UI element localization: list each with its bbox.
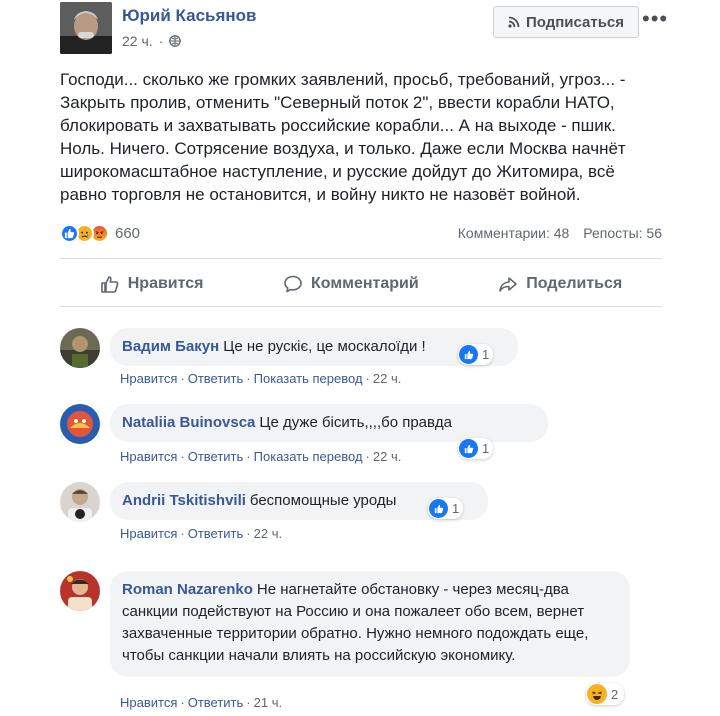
speech-bubble-icon (284, 275, 302, 293)
commenter-name[interactable]: Вадим Бакун (122, 338, 219, 355)
comment-reply-link[interactable]: Ответить (188, 449, 244, 464)
comment-button[interactable]: Комментарий (283, 274, 419, 294)
comment-actions: Нравится · Ответить · Показать перевод · 22… (120, 371, 402, 386)
reaction-count: 660 (115, 224, 141, 242)
comment-actions: Нравится · Ответить · 22 ч. (120, 526, 283, 541)
comment-time[interactable]: 21 ч. (254, 695, 282, 710)
divider (60, 258, 662, 259)
post-actions: Нравится Комментарий Поделиться (60, 266, 662, 302)
comment-like-badge[interactable]: 1 (458, 344, 494, 365)
like-reaction-icon (60, 223, 79, 243)
commenter-name[interactable]: Andrii Tskitishvili (122, 492, 246, 509)
post-text: Господи... сколько же громких заявлений,… (60, 70, 626, 204)
comment-text: беспомощные уроды (249, 492, 397, 509)
comment-bubble: Roman Nazarenko Не нагнетайте обстановку … (110, 571, 630, 677)
reactions-summary: 660 Комментарии: 48 Репосты: 56 (60, 220, 662, 246)
author-avatar[interactable] (60, 2, 112, 54)
comment-like-count: 1 (482, 441, 490, 456)
comment-like-badge[interactable]: 2 (586, 683, 625, 705)
post-meta: 22 ч. · (122, 33, 182, 49)
comment-like-badge[interactable]: 1 (458, 438, 494, 459)
comment-label: Комментарий (310, 275, 419, 292)
like-reaction-icon (459, 439, 478, 458)
comment-like-link[interactable]: Нравится (120, 449, 177, 464)
share-label: Поделиться (526, 275, 623, 292)
thumbs-up-icon (100, 276, 119, 293)
comments-count[interactable]: Комментарии: 48 (458, 225, 570, 241)
comment-like-link[interactable]: Нравится (120, 695, 177, 710)
comment-like-link[interactable]: Нравится (120, 371, 177, 386)
post-header: Юрий Касьянов 22 ч. · Подписаться ••• (60, 2, 668, 58)
commenter-avatar[interactable] (60, 482, 100, 522)
comment-reply-link[interactable]: Ответить (188, 695, 244, 710)
comment-like-badge[interactable]: 1 (428, 498, 464, 519)
like-reaction-icon (429, 499, 448, 518)
divider (60, 306, 662, 307)
rss-icon (508, 16, 520, 28)
comment-reply-link[interactable]: Ответить (188, 526, 244, 541)
comment-time[interactable]: 22 ч. (373, 449, 401, 464)
comment-like-count: 1 (452, 501, 460, 516)
commenter-avatar[interactable] (60, 404, 100, 444)
dot-separator: · (158, 33, 164, 49)
comment-like-count: 1 (482, 347, 490, 362)
comment-item: Nataliia Buinovsca Це дуже бісить,,,,бо п… (60, 404, 670, 468)
subscribe-label: Подписаться (525, 13, 625, 31)
like-button[interactable]: Нравится (100, 274, 204, 294)
like-reaction-icon (459, 345, 478, 364)
globe-icon (169, 35, 182, 47)
share-arrow-icon (499, 277, 518, 292)
comment-item: Andrii Tskitishvili беспомощные уроды 1 Н… (60, 482, 670, 546)
comment-reply-link[interactable]: Ответить (188, 371, 244, 386)
subscribe-button[interactable]: Подписаться (493, 6, 639, 38)
author-name[interactable]: Юрий Касьянов (122, 6, 257, 26)
comment-like-link[interactable]: Нравится (120, 526, 177, 541)
comment-bubble: Nataliia Buinovsca Це дуже бісить,,,,бо п… (110, 404, 548, 442)
comment-actions: Нравится · Ответить · Показать перевод · 22… (120, 449, 402, 464)
comment-item: Roman Nazarenko Не нагнетайте обстановку … (60, 571, 670, 711)
comment-actions: Нравится · Ответить · 21 ч. (120, 695, 283, 710)
share-button[interactable]: Поделиться (498, 274, 622, 294)
engagement-counts: Комментарии: 48 Репосты: 56 (458, 225, 662, 241)
comment-bubble: Вадим Бакун Це не рускіє, це москалоїди ! (110, 328, 518, 366)
more-options-button[interactable]: ••• (642, 6, 668, 32)
commenter-avatar[interactable] (60, 328, 100, 368)
comment-translate-link[interactable]: Показать перевод (254, 449, 363, 464)
comment-text: Це не рускіє, це москалоїди ! (223, 338, 426, 355)
reposts-count[interactable]: Репосты: 56 (583, 225, 662, 241)
haha-reaction-icon (587, 684, 607, 704)
comment-translate-link[interactable]: Показать перевод (254, 371, 363, 386)
reaction-icons-group[interactable]: 660 (60, 223, 141, 243)
comment-time[interactable]: 22 ч. (254, 526, 282, 541)
post-time[interactable]: 22 ч. (122, 33, 153, 49)
commenter-name[interactable]: Nataliia Buinovsca (122, 414, 255, 431)
commenter-avatar[interactable] (60, 571, 100, 611)
comment-text: Це дуже бісить,,,,бо правда (259, 414, 452, 431)
comment-like-count: 2 (611, 686, 619, 702)
like-label: Нравится (127, 275, 204, 292)
commenter-name[interactable]: Roman Nazarenko (122, 581, 253, 598)
comment-time[interactable]: 22 ч. (373, 371, 401, 386)
comment-item: Вадим Бакун Це не рускіє, це москалоїди !… (60, 328, 670, 392)
